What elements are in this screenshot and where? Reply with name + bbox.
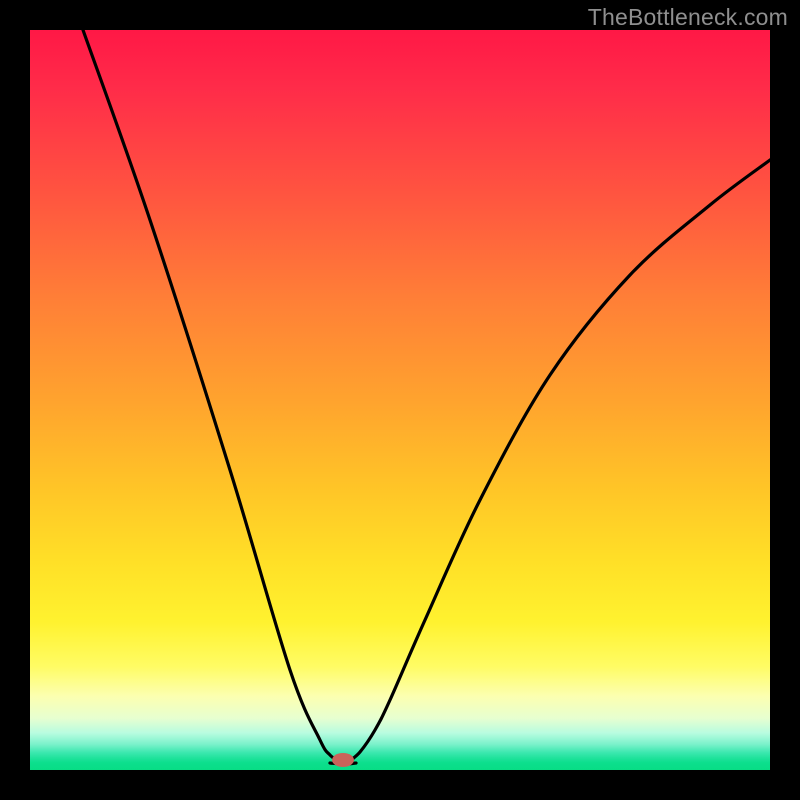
watermark-text: TheBottleneck.com (588, 4, 788, 31)
plot-area (30, 30, 770, 770)
bottleneck-curve (83, 30, 770, 764)
curve-layer (30, 30, 770, 770)
chart-frame: TheBottleneck.com (0, 0, 800, 800)
apex-marker (332, 753, 354, 767)
